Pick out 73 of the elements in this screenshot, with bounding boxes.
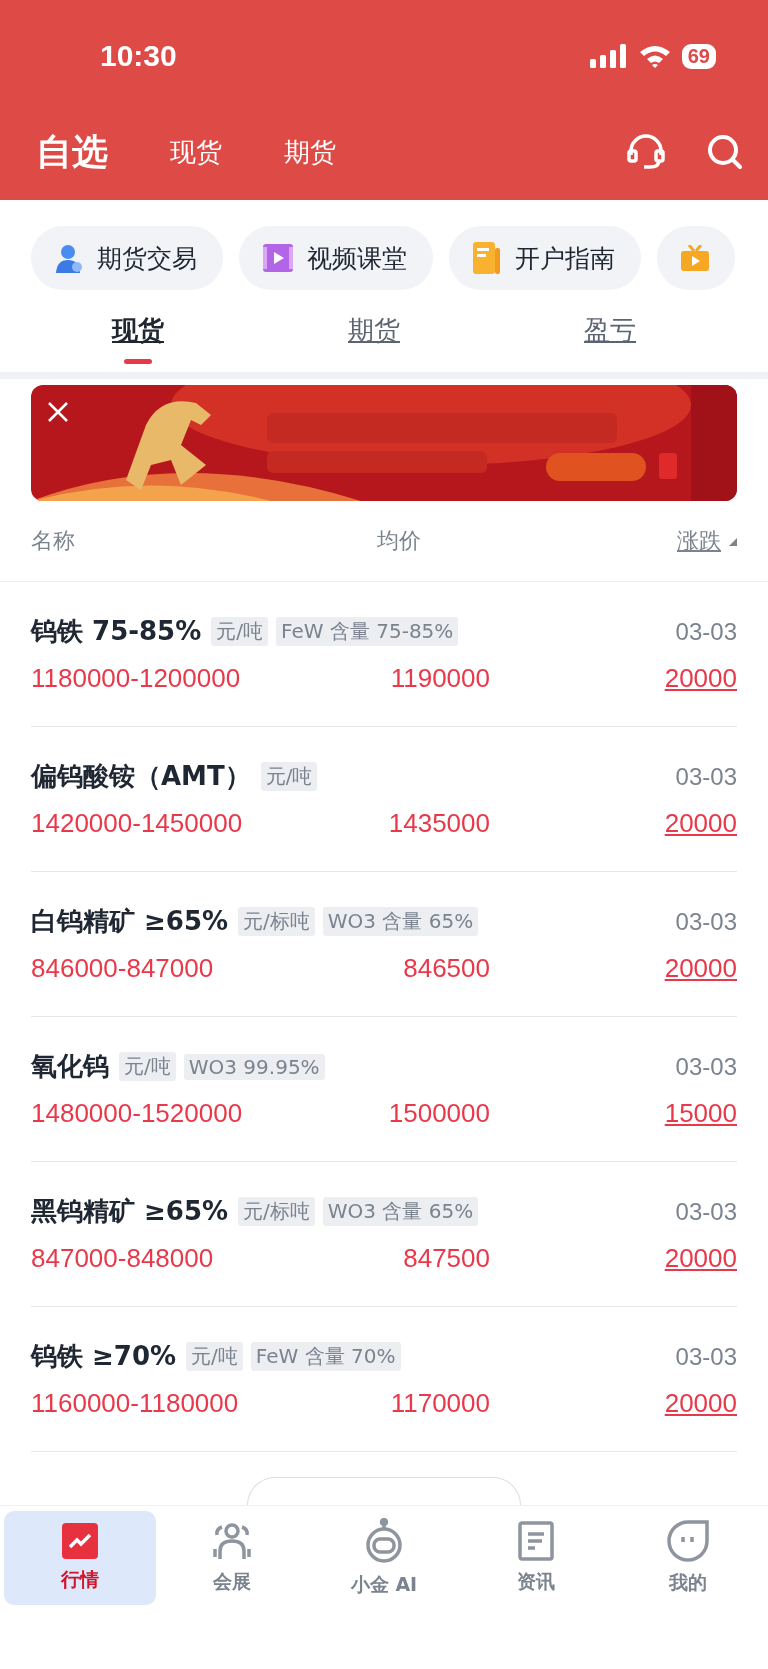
price-date: 03-03 bbox=[675, 1197, 737, 1226]
price-change[interactable]: 20000 bbox=[664, 808, 737, 839]
sub-tab[interactable]: 现货 bbox=[112, 310, 164, 350]
product-name[interactable]: 偏钨酸铵（AMT） bbox=[31, 759, 251, 794]
shortcut-chip[interactable]: 期货交易 bbox=[31, 226, 223, 290]
price-change[interactable]: 20000 bbox=[664, 663, 737, 694]
price-range: 847000-848000 bbox=[31, 1243, 215, 1274]
shortcut-chip[interactable]: 开户指南 bbox=[449, 226, 641, 290]
price-change[interactable]: 20000 bbox=[664, 1243, 737, 1274]
header-tab[interactable]: 自选 bbox=[36, 127, 108, 177]
nav-tab[interactable]: 行情 bbox=[4, 1511, 156, 1605]
price-change[interactable]: 20000 bbox=[664, 953, 737, 984]
price-range: 1180000-1200000 bbox=[31, 663, 242, 694]
price-date: 03-03 bbox=[675, 762, 737, 791]
price-date: 03-03 bbox=[675, 907, 737, 936]
unit-tag: 元/吨 bbox=[119, 1052, 176, 1081]
header-tab[interactable]: 现货 bbox=[170, 134, 222, 170]
sort-header[interactable]: 涨跌 bbox=[677, 526, 721, 556]
chart-icon bbox=[62, 1523, 98, 1559]
shortcut-chip[interactable]: 视频课堂 bbox=[239, 226, 433, 290]
average-price: 846500 bbox=[403, 953, 490, 984]
close-icon[interactable] bbox=[47, 401, 69, 423]
unit-tag: FeW 含量 70% bbox=[250, 1342, 401, 1371]
header-tab[interactable]: 期货 bbox=[284, 134, 336, 170]
price-date: 03-03 bbox=[675, 617, 737, 646]
status-time: 10:30 bbox=[100, 39, 177, 73]
profile-icon bbox=[667, 1520, 709, 1562]
price-date: 03-03 bbox=[675, 1342, 737, 1371]
headset-icon[interactable] bbox=[626, 133, 666, 171]
sub-tab[interactable]: 期货 bbox=[348, 310, 400, 350]
unit-tag: WO3 含量 65% bbox=[322, 1197, 479, 1226]
column-header: 名称 bbox=[31, 527, 76, 555]
average-price: 1170000 bbox=[390, 1388, 490, 1419]
price-change[interactable]: 15000 bbox=[664, 1098, 737, 1129]
product-name[interactable]: 钨铁 75-85% bbox=[31, 614, 202, 649]
unit-tag: FeW 含量 75-85% bbox=[276, 617, 459, 646]
price-range: 1480000-1520000 bbox=[31, 1098, 244, 1129]
unit-tag: 元/吨 bbox=[260, 762, 318, 791]
sort-icon bbox=[727, 536, 737, 546]
news-icon bbox=[518, 1521, 554, 1561]
unit-tag: 元/吨 bbox=[211, 617, 268, 646]
video-icon bbox=[263, 244, 293, 272]
product-name[interactable]: 黑钨精矿 ≥65% bbox=[31, 1194, 229, 1229]
unit-tag: 元/标吨 bbox=[238, 907, 315, 936]
search-icon[interactable] bbox=[706, 133, 744, 171]
person-icon bbox=[55, 243, 83, 273]
product-name[interactable]: 白钨精矿 ≥65% bbox=[31, 904, 229, 939]
average-price: 1435000 bbox=[388, 808, 490, 839]
document-icon bbox=[473, 242, 501, 274]
sub-tab[interactable]: 盈亏 bbox=[584, 310, 636, 350]
product-name[interactable]: 氧化钨 bbox=[31, 1049, 109, 1084]
signal-icon bbox=[589, 44, 628, 68]
price-range: 1160000-1180000 bbox=[31, 1388, 240, 1419]
average-price: 1500000 bbox=[388, 1098, 490, 1129]
price-date: 03-03 bbox=[675, 1052, 737, 1081]
column-header: 均价 bbox=[377, 527, 422, 555]
unit-tag: WO3 99.95% bbox=[183, 1053, 325, 1080]
unit-tag: 元/标吨 bbox=[238, 1197, 315, 1226]
price-range: 846000-847000 bbox=[31, 953, 215, 984]
tv-icon bbox=[681, 245, 709, 271]
people-icon bbox=[212, 1521, 252, 1561]
average-price: 1190000 bbox=[390, 663, 490, 694]
nav-tab[interactable]: 小金 AI bbox=[308, 1511, 460, 1605]
nav-tab[interactable]: 资讯 bbox=[460, 1511, 612, 1605]
average-price: 847500 bbox=[403, 1243, 490, 1274]
price-change[interactable]: 20000 bbox=[664, 1388, 737, 1419]
unit-tag: 元/吨 bbox=[186, 1342, 243, 1371]
battery-level: 69 bbox=[681, 43, 716, 69]
nav-tab[interactable]: 我的 bbox=[612, 1511, 764, 1605]
product-name[interactable]: 钨铁 ≥70% bbox=[31, 1339, 177, 1374]
price-range: 1420000-1450000 bbox=[31, 808, 244, 839]
unit-tag: WO3 含量 65% bbox=[322, 907, 479, 936]
nav-tab[interactable]: 会展 bbox=[156, 1511, 308, 1605]
